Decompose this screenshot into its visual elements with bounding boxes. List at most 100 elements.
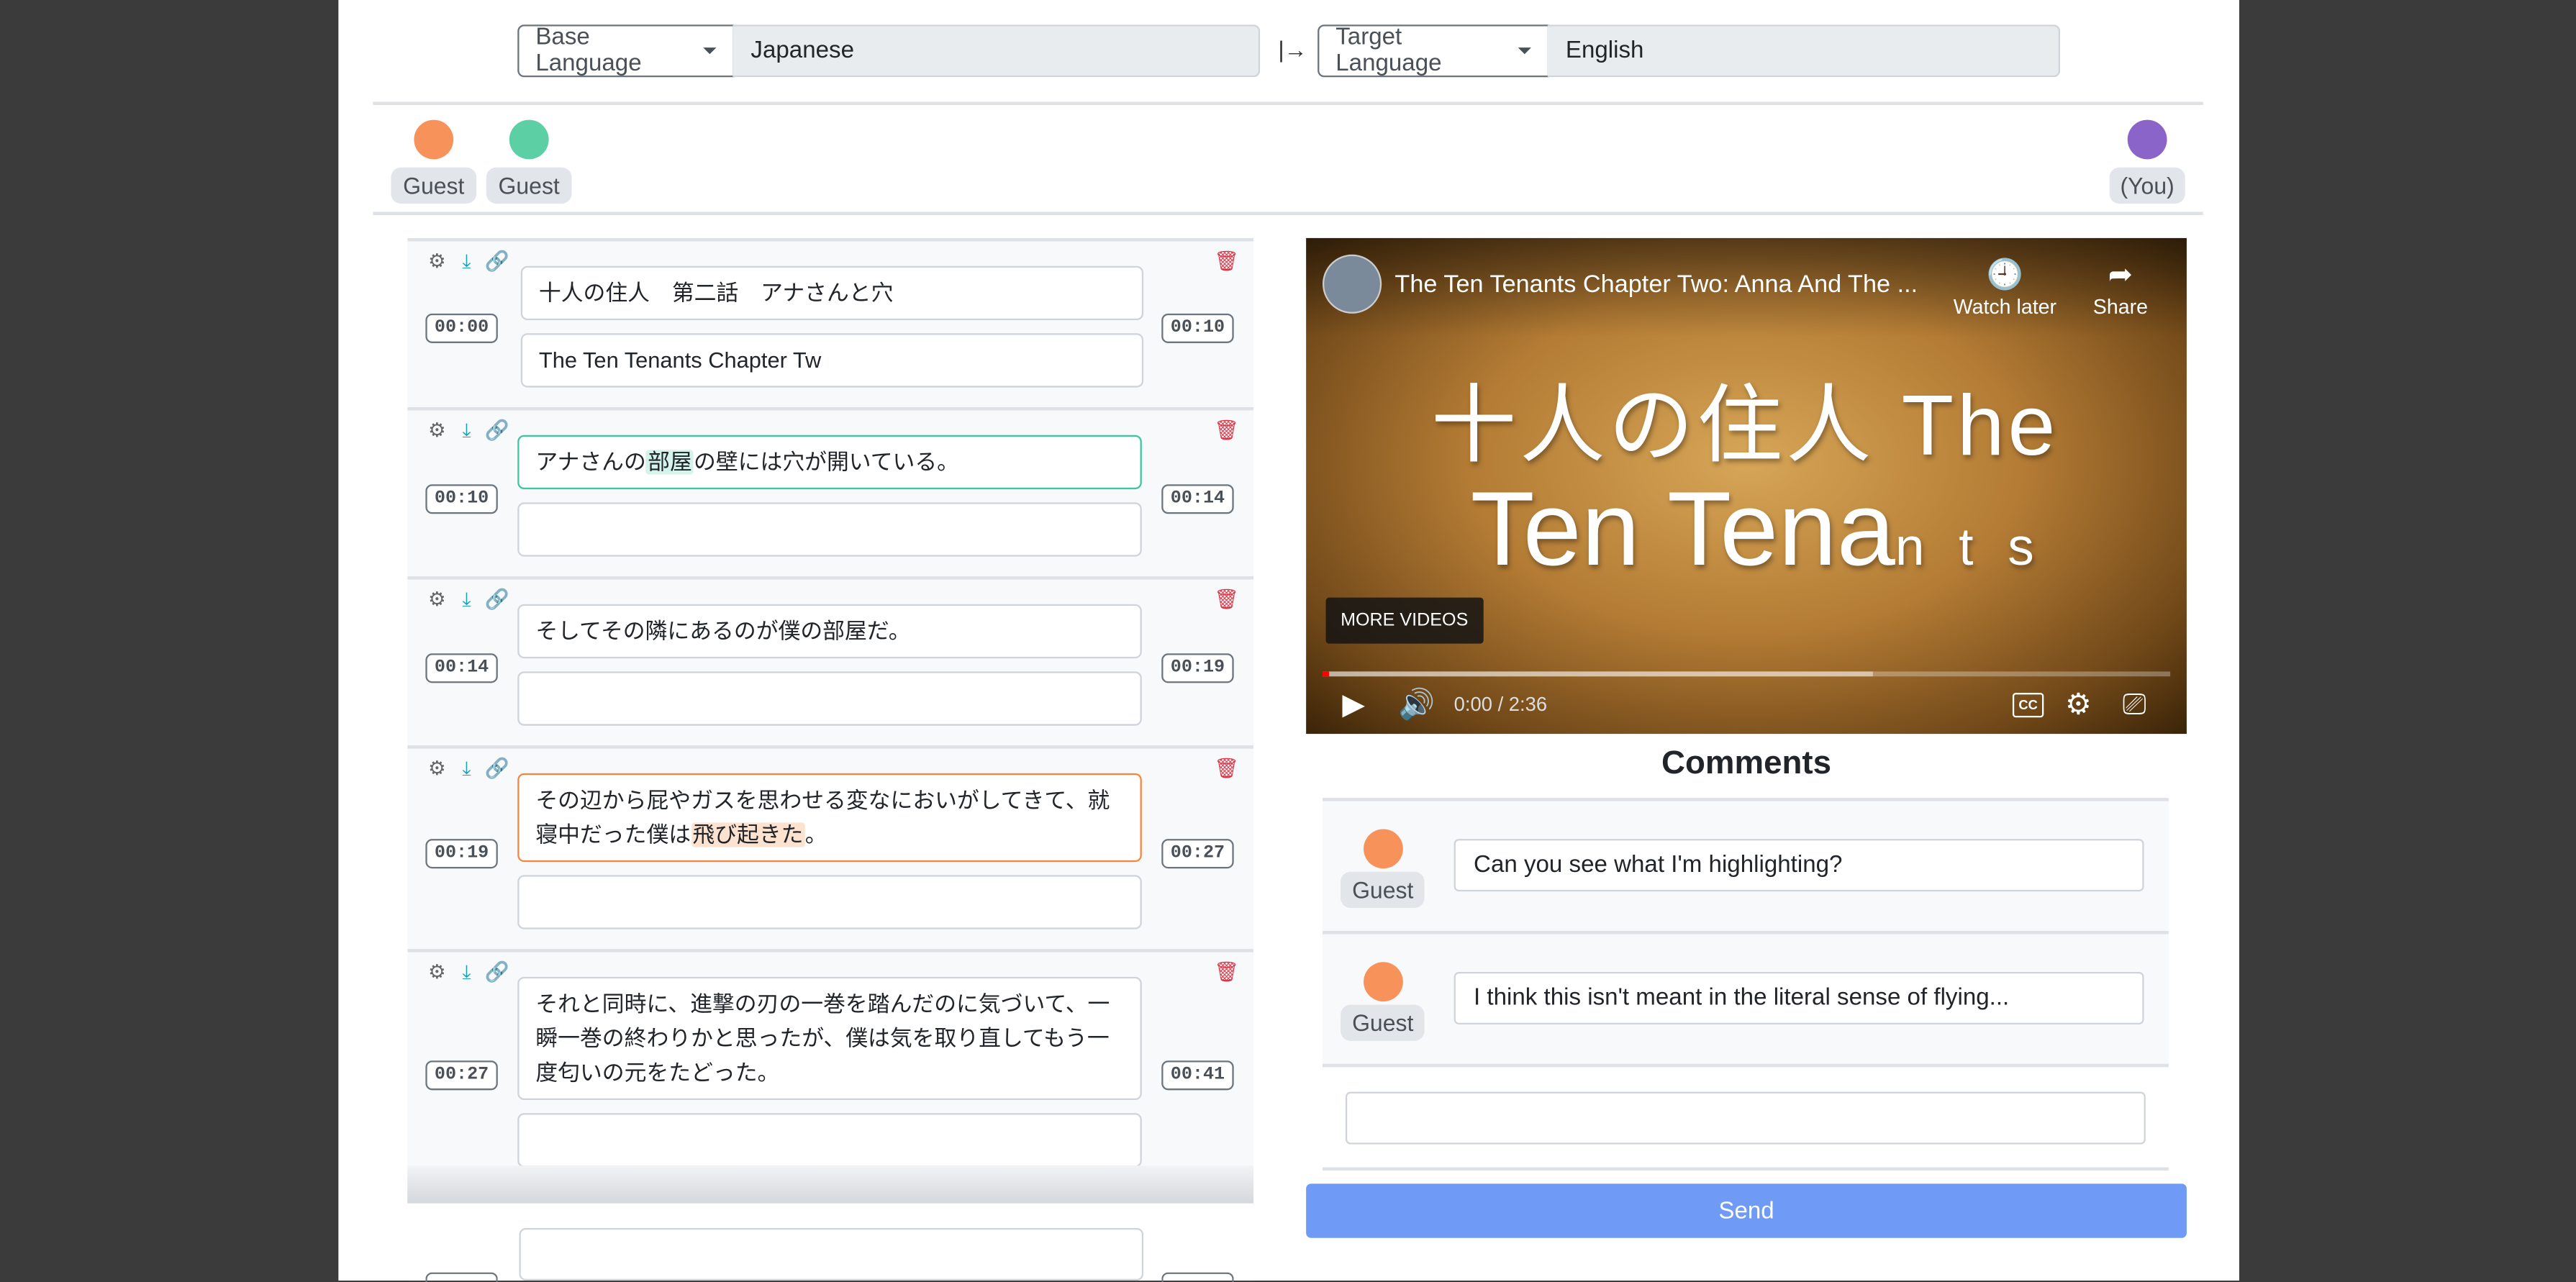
divider: [1322, 1063, 2169, 1068]
download-icon[interactable]: ⤓: [455, 588, 478, 611]
airplay-icon[interactable]: ⎚: [2123, 688, 2146, 722]
gear-icon[interactable]: ⚙: [425, 960, 448, 983]
highlight-orange: 飛び起きた: [691, 822, 805, 847]
subtitle-row: ⚙ ⤓ 🔗 🗑 00:19 その辺から屁やガスを思わせる変なにおいがしてきて、就…: [407, 745, 1254, 953]
gear-icon[interactable]: ⚙: [425, 250, 448, 273]
divider: [1322, 1167, 2169, 1171]
link-icon[interactable]: 🔗: [485, 588, 509, 611]
start-time[interactable]: 00:00: [425, 313, 498, 343]
row-tools: ⚙ ⤓ 🔗: [425, 757, 509, 780]
end-time[interactable]: 00:27: [1161, 839, 1234, 869]
more-videos-button[interactable]: MORE VIDEOS: [1325, 597, 1483, 644]
avatar: [1364, 829, 1403, 869]
comment-text[interactable]: Can you see what I'm highlighting?: [1453, 839, 2144, 892]
divider: [373, 101, 2203, 106]
channel-avatar[interactable]: [1322, 254, 1382, 314]
target-language-dropdown[interactable]: Target Language: [1318, 24, 1550, 78]
end-time[interactable]: 00:10: [1161, 313, 1234, 343]
gear-icon[interactable]: ⚙: [425, 419, 448, 442]
base-language-value[interactable]: Japanese: [733, 24, 1261, 78]
participant-label: Guest: [486, 167, 571, 204]
play-icon[interactable]: ▶: [1342, 688, 1365, 722]
target-language-label: Target Language: [1335, 24, 1442, 78]
source-text-field[interactable]: 十人の住人 第二話 アナさんと穴: [520, 265, 1144, 321]
comment-text[interactable]: I think this isn't meant in the literal …: [1453, 972, 2144, 1025]
divider: [373, 212, 2203, 215]
trash-icon[interactable]: 🗑: [1214, 250, 1239, 273]
volume-icon[interactable]: 🔊: [1398, 688, 1435, 722]
translation-field[interactable]: [517, 1113, 1142, 1168]
base-language-label: Base Language: [535, 24, 642, 78]
arrow-right-icon: |→: [1278, 36, 1307, 63]
subtitle-row: ⚙ ⤓ 🔗 🗑 00:14 そしてその隣にあるのが僕の部屋だ。 00:19: [407, 576, 1254, 749]
subtitle-list[interactable]: ⚙ ⤓ 🔗 🗑 00:00 十人の住人 第二話 アナさんと穴 The Ten T…: [407, 237, 1254, 1204]
end-time[interactable]: 00:19: [1161, 653, 1234, 683]
subtitle-row: ⚙ ⤓ 🔗 🗑 00:00 十人の住人 第二話 アナさんと穴 The Ten T…: [407, 237, 1254, 411]
comment-author: Guest: [1341, 1004, 1425, 1041]
target-language-value[interactable]: English: [1547, 24, 2061, 78]
subtitle-row: ⚙ ⤓ 🔗 🗑 00:10 アナさんの 部屋 の壁には穴が開いている。 00:14: [407, 406, 1254, 580]
video-title[interactable]: The Ten Tenants Chapter Two: Anna And Th…: [1394, 271, 1936, 299]
comment-item: Guest I think this isn't meant in the li…: [1322, 930, 2169, 1066]
download-icon[interactable]: ⤓: [455, 419, 478, 442]
start-time[interactable]: 00:27: [425, 1060, 498, 1091]
link-icon[interactable]: 🔗: [485, 419, 509, 442]
source-text-field[interactable]: そしてその隣にあるのが僕の部屋だ。: [517, 604, 1142, 659]
link-icon[interactable]: 🔗: [485, 757, 509, 780]
left-margin: [0, 0, 339, 1281]
video-player[interactable]: The Ten Tenants Chapter Two: Anna And Th…: [1306, 237, 2187, 735]
link-icon[interactable]: 🔗: [485, 960, 509, 983]
highlight-teal: 部屋: [645, 450, 694, 475]
trash-icon[interactable]: 🗑: [1214, 588, 1239, 611]
start-time[interactable]: 00:19: [425, 839, 498, 869]
link-icon[interactable]: 🔗: [485, 250, 509, 273]
participant-guest-2: Guest: [486, 119, 572, 204]
translation-field[interactable]: [517, 875, 1142, 929]
trash-icon[interactable]: 🗑: [1214, 960, 1239, 983]
trash-icon[interactable]: 🗑: [1214, 757, 1239, 780]
download-icon[interactable]: ⤓: [455, 757, 478, 780]
translation-field[interactable]: [519, 1228, 1144, 1281]
played-bar: [1322, 671, 1330, 677]
download-icon[interactable]: ⤓: [455, 250, 478, 273]
translation-field[interactable]: [517, 671, 1142, 726]
avatar: [509, 119, 549, 160]
progress-bar[interactable]: [1322, 671, 2171, 677]
share-button[interactable]: ➦ Share: [2093, 258, 2148, 318]
right-margin: [2239, 0, 2576, 1281]
caret-down-icon: [1518, 47, 1531, 55]
list-overflow-area: [407, 1203, 1254, 1282]
settings-icon[interactable]: ⚙: [2065, 688, 2092, 722]
end-time[interactable]: 00:14: [1161, 484, 1234, 514]
participant-label: (You): [2108, 167, 2186, 204]
row-tools: ⚙ ⤓ 🔗: [425, 419, 509, 442]
gear-icon[interactable]: ⚙: [425, 757, 448, 780]
cc-icon[interactable]: CC: [2012, 693, 2044, 718]
row-tools: ⚙ ⤓ 🔗: [425, 588, 509, 611]
gear-icon[interactable]: ⚙: [425, 588, 448, 611]
translation-field[interactable]: The Ten Tenants Chapter Tw: [520, 333, 1144, 388]
avatar: [1364, 962, 1403, 1002]
comments-title: Comments: [1661, 745, 1832, 782]
trash-icon[interactable]: 🗑: [1214, 419, 1239, 442]
start-time[interactable]: 00:14: [425, 653, 498, 683]
end-time[interactable]: 00:41: [1161, 1060, 1234, 1091]
translation-field[interactable]: [517, 502, 1142, 557]
source-text-field[interactable]: その辺から屁やガスを思わせる変なにおいがしてきて、就寝中だった僕は 飛び起きた。: [517, 773, 1142, 863]
caret-down-icon: [703, 47, 717, 55]
avatar: [2127, 119, 2167, 160]
source-text-field[interactable]: それと同時に、進撃の刃の一巻を踏んだのに気づいて、一瞬一巻の終わりかと思ったが、…: [517, 976, 1142, 1101]
share-icon: ➦: [2108, 258, 2133, 291]
row-tools: ⚙ ⤓ 🔗: [425, 250, 509, 273]
source-text-field[interactable]: アナさんの 部屋 の壁には穴が開いている。: [517, 435, 1142, 490]
new-comment-input[interactable]: [1345, 1091, 2146, 1145]
watch-later-button[interactable]: 🕘 Watch later: [1954, 258, 2056, 318]
comment-author: Guest: [1341, 871, 1425, 909]
base-language-dropdown[interactable]: Base Language: [517, 24, 735, 78]
clock-icon: 🕘: [1986, 258, 2023, 291]
send-button[interactable]: Send: [1306, 1183, 2187, 1238]
comment-item: Guest Can you see what I'm highlighting?: [1322, 798, 2169, 933]
start-time[interactable]: 00:10: [425, 484, 498, 514]
download-icon[interactable]: ⤓: [455, 960, 478, 983]
scroll-shadow: [407, 1165, 1254, 1204]
